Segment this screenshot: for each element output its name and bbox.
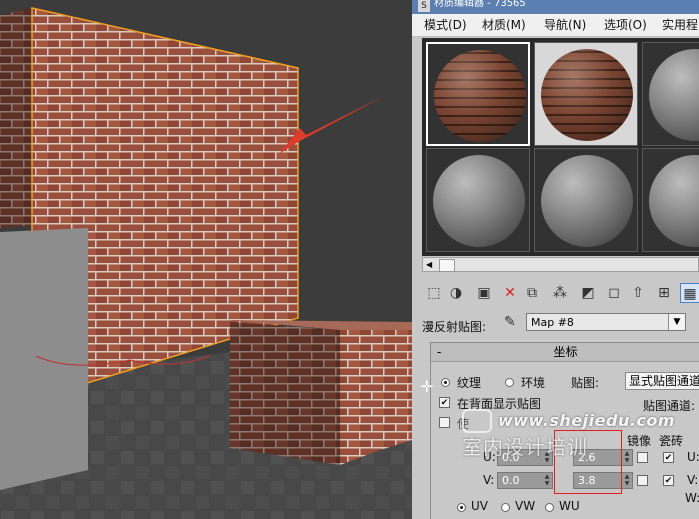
put-to-scene-icon[interactable]: ◑ bbox=[446, 283, 466, 303]
v-offset-value: 0.0 bbox=[502, 474, 520, 487]
v-offset-field[interactable]: 0.0 ▲ ▼ bbox=[497, 472, 553, 489]
wall-side bbox=[0, 8, 32, 228]
grey-sphere-icon bbox=[541, 155, 633, 247]
3d-viewport[interactable] bbox=[0, 0, 412, 519]
rollout-header[interactable]: - 坐标 bbox=[431, 343, 699, 362]
u-angle-label: U: bbox=[687, 450, 699, 464]
tile-header: 瓷砖 bbox=[659, 434, 684, 448]
grey-sphere-icon bbox=[433, 155, 525, 247]
title-bar[interactable]: S 材质编辑器 - 73565 bbox=[412, 0, 699, 14]
radio-wu[interactable] bbox=[545, 503, 554, 512]
background-icon[interactable]: ⊞ bbox=[654, 283, 674, 303]
low-wall-front[interactable] bbox=[230, 322, 340, 465]
move-cursor-icon: ✛ bbox=[420, 377, 434, 396]
slot-scrollbar[interactable]: ◀ bbox=[422, 257, 699, 272]
tiling-highlight-box bbox=[554, 430, 622, 494]
radio-vw-label: VW bbox=[515, 499, 536, 513]
radio-environment-label: 环境 bbox=[521, 376, 546, 390]
spinner-icon[interactable]: ▲ ▼ bbox=[543, 450, 551, 465]
real-world-scale-label: 使 bbox=[457, 417, 470, 431]
show-on-back-checkbox[interactable]: ✔ bbox=[439, 397, 450, 408]
menu-options[interactable]: 选项(O) bbox=[604, 14, 647, 36]
map-name-field[interactable]: Map #8 ▼ bbox=[526, 313, 686, 331]
viewport-scene bbox=[0, 0, 412, 519]
map-channel-label: 贴图通道: bbox=[643, 399, 696, 413]
v-tile-checkbox[interactable]: ✔ bbox=[663, 475, 674, 486]
spinner-icon[interactable]: ▲ ▼ bbox=[623, 450, 631, 465]
get-material-icon[interactable]: ⬚ bbox=[424, 283, 444, 303]
material-slot-6[interactable] bbox=[642, 148, 699, 252]
delete-icon[interactable]: ✕ bbox=[500, 283, 520, 303]
assign-material-icon[interactable]: ▣ bbox=[474, 283, 494, 303]
real-world-scale-checkbox[interactable] bbox=[439, 417, 450, 428]
w-angle-label: W: bbox=[685, 491, 699, 505]
v-angle-label: V: bbox=[687, 473, 699, 487]
material-slot-5[interactable] bbox=[534, 148, 638, 252]
u-offset-field[interactable]: 0.0 ▲ ▼ bbox=[497, 449, 553, 466]
radio-uv-label: UV bbox=[471, 499, 488, 513]
material-slot-4[interactable] bbox=[426, 148, 530, 252]
app-icon: S bbox=[418, 0, 430, 12]
radio-vw[interactable] bbox=[501, 503, 510, 512]
rollout-title: 坐标 bbox=[553, 345, 578, 359]
mapping-dropdown-value: 显式贴图通道 bbox=[629, 374, 699, 388]
spinner-icon[interactable]: ▲ ▼ bbox=[543, 473, 551, 488]
map-name-value: Map #8 bbox=[531, 316, 574, 329]
checker-background-icon[interactable]: ▦ bbox=[680, 283, 699, 303]
mapping-dropdown[interactable]: 显式贴图通道 bbox=[625, 372, 699, 390]
menu-bar: 模式(D) 材质(M) 导航(N) 选项(O) 实用程 bbox=[412, 14, 699, 37]
menu-utilities[interactable]: 实用程 bbox=[662, 14, 698, 36]
scroll-left-icon[interactable]: ◀ bbox=[426, 258, 432, 271]
material-slot-1[interactable] bbox=[426, 42, 530, 146]
radio-wu-label: WU bbox=[559, 499, 580, 513]
show-map-icon[interactable]: ◩ bbox=[578, 283, 598, 303]
u-tile-checkbox[interactable]: ✔ bbox=[663, 452, 674, 463]
scroll-thumb[interactable] bbox=[439, 259, 455, 272]
show-end-result-icon[interactable]: ◻ bbox=[604, 283, 624, 303]
window-title: 材质编辑器 - 73565 bbox=[434, 0, 526, 9]
editor-toolbar: ⬚ ◑ ▣ ✕ ⧉ ⁂ ◩ ◻ ⇧ ⊞ ▦ bbox=[422, 281, 699, 307]
menu-material[interactable]: 材质(M) bbox=[482, 14, 526, 36]
radio-environment[interactable] bbox=[505, 378, 514, 387]
material-slot-2[interactable] bbox=[534, 42, 638, 146]
menu-mode[interactable]: 模式(D) bbox=[424, 14, 467, 36]
unique-icon[interactable]: ⁂ bbox=[550, 283, 570, 303]
copy-material-icon[interactable]: ⧉ bbox=[522, 283, 542, 303]
v-mirror-checkbox[interactable] bbox=[637, 475, 648, 486]
v-offset-label: V: bbox=[483, 473, 495, 487]
eyedropper-icon[interactable]: ✎ bbox=[504, 314, 516, 330]
radio-uv[interactable] bbox=[457, 503, 466, 512]
u-offset-value: 0.0 bbox=[502, 451, 520, 464]
material-slots bbox=[422, 38, 699, 256]
show-on-back-label: 在背面显示贴图 bbox=[457, 397, 542, 411]
diffuse-map-label: 漫反射贴图: bbox=[422, 320, 487, 334]
u-mirror-checkbox[interactable] bbox=[637, 452, 648, 463]
spinner-icon[interactable]: ▲ ▼ bbox=[623, 473, 631, 488]
radio-texture-label: 纹理 bbox=[457, 376, 482, 390]
brick-sphere-icon bbox=[434, 50, 526, 142]
menu-navigation[interactable]: 导航(N) bbox=[544, 14, 586, 36]
mapping-label: 贴图: bbox=[571, 376, 600, 390]
mirror-header: 镜像 bbox=[627, 434, 652, 448]
material-slot-3[interactable] bbox=[642, 42, 699, 146]
grey-sphere-icon bbox=[649, 155, 699, 247]
go-to-parent-icon[interactable]: ⇧ bbox=[628, 283, 648, 303]
radio-texture[interactable] bbox=[441, 378, 450, 387]
grey-sphere-icon bbox=[649, 49, 699, 141]
brick-sphere-icon bbox=[541, 49, 633, 141]
u-offset-label: U: bbox=[483, 450, 496, 464]
chevron-down-icon[interactable]: ▼ bbox=[668, 314, 685, 330]
